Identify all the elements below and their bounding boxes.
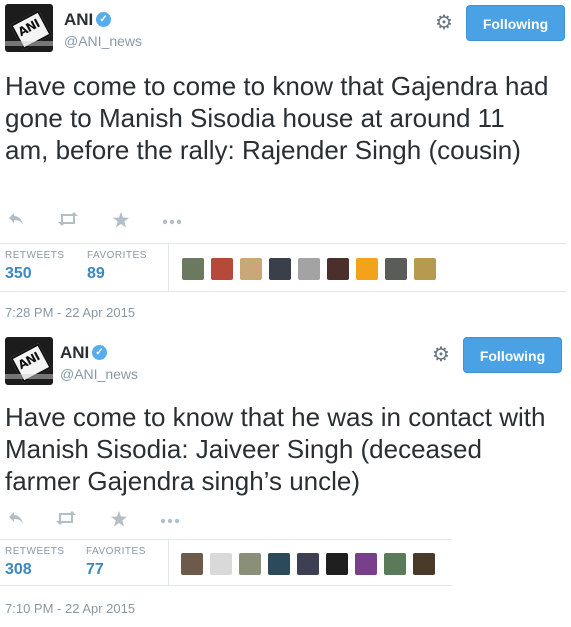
reply-icon[interactable] [5, 511, 27, 530]
favorite-icon[interactable] [110, 212, 132, 233]
retweets-count[interactable]: 350 [5, 265, 32, 283]
favoriter-avatar[interactable] [326, 553, 348, 575]
account-name[interactable]: ANI [60, 343, 89, 363]
retweet-icon[interactable] [55, 511, 77, 530]
tweet-timestamp[interactable]: 7:28 PM - 22 Apr 2015 [5, 305, 135, 320]
tweet-text: Have come to come to know that Gajendra … [5, 71, 549, 165]
favorites-label: FAVORITES [86, 546, 146, 557]
favoriter-avatar[interactable] [298, 258, 320, 280]
tweet-timestamp[interactable]: 7:10 PM - 22 Apr 2015 [5, 601, 135, 616]
reply-icon[interactable] [5, 212, 27, 231]
favoriter-avatar[interactable] [182, 258, 204, 280]
favoriter-avatar[interactable] [181, 553, 203, 575]
favorites-count[interactable]: 77 [86, 561, 104, 579]
tweet-stats: RETWEETS 350 FAVORITES 89 [0, 243, 566, 292]
verified-badge-icon: ✓ [96, 12, 111, 27]
tweet-stats: RETWEETS 308 FAVORITES 77 [0, 539, 452, 586]
retweets-label: RETWEETS [5, 250, 65, 261]
favoriter-avatar[interactable] [327, 258, 349, 280]
favorites-label: FAVORITES [87, 250, 147, 261]
avatar[interactable]: ANI [5, 337, 53, 385]
more-icon[interactable] [161, 212, 183, 230]
favoriter-avatar[interactable] [210, 553, 232, 575]
tweet-text: Have come to know that he was in contact… [5, 402, 546, 496]
retweets-count[interactable]: 308 [5, 561, 32, 579]
favoriter-avatar[interactable] [384, 553, 406, 575]
favoriter-avatar[interactable] [355, 553, 377, 575]
favoriter-avatar[interactable] [268, 553, 290, 575]
favoriter-avatar[interactable] [414, 258, 436, 280]
avatar[interactable]: ANI [5, 4, 53, 52]
account-handle[interactable]: @ANI_news [64, 33, 142, 49]
favoriter-avatar[interactable] [240, 258, 262, 280]
favoriter-avatar[interactable] [356, 258, 378, 280]
gear-icon[interactable]: ⚙ [430, 344, 452, 366]
retweets-label: RETWEETS [5, 546, 65, 557]
following-button[interactable]: Following [463, 337, 562, 373]
following-button[interactable]: Following [466, 5, 565, 41]
account-handle[interactable]: @ANI_news [60, 366, 138, 382]
favoriter-avatar[interactable] [269, 258, 291, 280]
favoriter-avatar[interactable] [297, 553, 319, 575]
favoriter-avatar[interactable] [385, 258, 407, 280]
favoriter-avatar[interactable] [239, 553, 261, 575]
retweet-icon[interactable] [57, 212, 79, 231]
account-name[interactable]: ANI [64, 10, 93, 30]
gear-icon[interactable]: ⚙ [433, 12, 455, 34]
stats-divider [168, 244, 169, 291]
favoriter-avatar[interactable] [211, 258, 233, 280]
favorite-icon[interactable] [108, 511, 130, 532]
favoriter-avatar[interactable] [413, 553, 435, 575]
stats-divider [168, 540, 169, 585]
more-icon[interactable] [159, 511, 181, 529]
verified-badge-icon: ✓ [92, 345, 107, 360]
favorites-count[interactable]: 89 [87, 265, 105, 283]
